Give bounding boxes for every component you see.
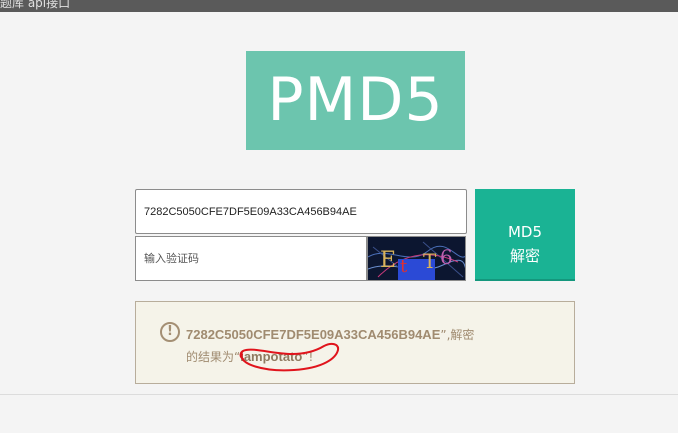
footer-divider: [0, 394, 678, 395]
red-annotation-circle: [239, 342, 340, 372]
captcha-glyph: T: [423, 249, 437, 273]
md5-decrypt-button[interactable]: MD5 解密: [475, 189, 575, 281]
exclamation-circle-icon: !: [160, 322, 180, 342]
result-alert: ! 7282C5050CFE7DF5E09A33CA456B94AE”,解密 的…: [135, 301, 575, 384]
captcha-glyph: 6: [440, 245, 453, 269]
window-title-bar: 题库 api接口: [0, 0, 678, 12]
hash-input[interactable]: [135, 189, 467, 234]
window-title: 题库 api接口: [0, 0, 71, 10]
decrypt-button-label-line2: 解密: [509, 246, 540, 265]
result-mid-text: ”,解密: [440, 328, 475, 342]
captcha-graphic: E t T 6: [368, 237, 465, 280]
captcha-image[interactable]: E t T 6: [367, 236, 466, 281]
captcha-glyph: E: [380, 248, 396, 273]
decrypt-button-label-line1: MD5: [507, 222, 543, 241]
captcha-glyph: t: [400, 256, 408, 277]
site-logo: PMD5: [246, 51, 465, 150]
result-prefix: 的结果为“: [186, 350, 241, 364]
captcha-input[interactable]: [135, 236, 367, 281]
